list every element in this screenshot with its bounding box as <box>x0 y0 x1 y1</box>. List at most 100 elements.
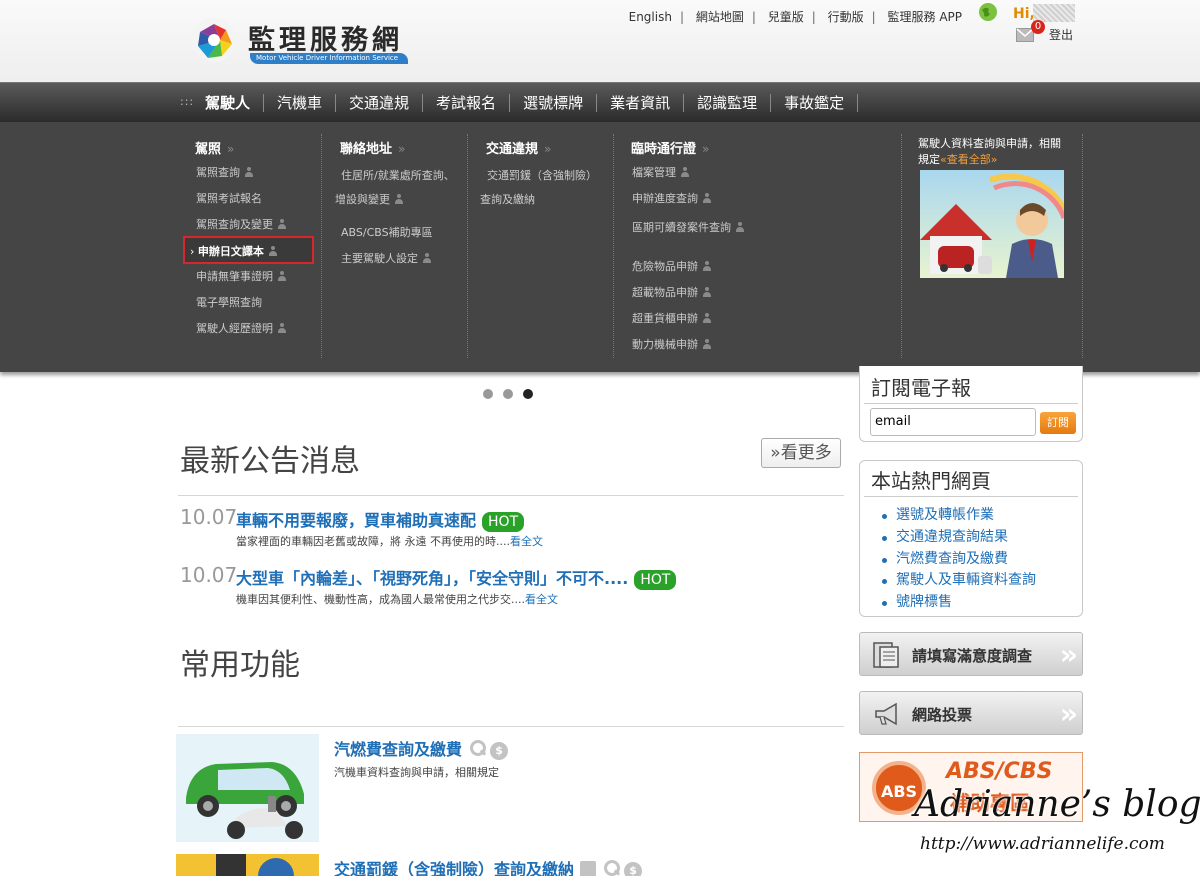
person-icon <box>277 323 287 333</box>
person-icon <box>702 313 712 323</box>
menu-col-temp-pass: 臨時通行證» 檔案管理 申辦進度查詢 區期可續發案件查詢 危險物品申辦 超載物品… <box>614 134 902 358</box>
read-more-link[interactable]: 看全文 <box>510 535 543 548</box>
function-title-link[interactable]: 汽燃費查詢及繳費 $ <box>334 736 509 760</box>
link-kids[interactable]: 兒童版 <box>768 10 804 24</box>
menu-col-violation-title[interactable]: 交通違規» <box>486 138 551 157</box>
nav-about[interactable]: 認識監理 <box>684 94 772 112</box>
menu-item-address-change[interactable]: 住居所/就業處所查詢、增設與變更 <box>335 164 461 212</box>
news-date: 10.07 <box>180 505 238 529</box>
link-mobile[interactable]: 行動版 <box>828 10 864 24</box>
nav-vehicle[interactable]: 汽機車 <box>264 94 337 112</box>
functions-section-title: 常用功能 <box>180 648 300 683</box>
menu-item-machinery[interactable]: 動力機械申辦 <box>632 336 712 352</box>
survey-button[interactable]: 請填寫滿意度調查 » <box>859 632 1083 676</box>
news-summary: 當家裡面的車輛因老舊或故障，將 永遠 不再使用的時....看全文 <box>236 535 543 548</box>
payment-icon[interactable]: $ <box>624 862 643 876</box>
news-date: 10.07 <box>180 563 238 587</box>
menu-item-license-query[interactable]: 駕照查詢 <box>196 164 254 180</box>
fuel-fee-image[interactable] <box>176 734 319 842</box>
menu-col-license-title[interactable]: 駕照» <box>195 138 234 157</box>
site-header: 監理服務網 Motor Vehicle Driver Information S… <box>0 0 1200 82</box>
hot-link-violation-result[interactable]: 交通違規查詢結果 <box>882 527 1082 549</box>
read-more-link[interactable]: 看全文 <box>525 593 558 606</box>
link-sitemap[interactable]: 網站地圖 <box>696 10 744 24</box>
survey-label: 請填寫滿意度調查 <box>912 647 1033 665</box>
globe-icon[interactable] <box>978 2 998 22</box>
function-title-link[interactable]: 交通罰鍰（含強制險）查詢及繳納 $ <box>334 856 643 876</box>
menu-col-address: 聯絡地址» 住居所/就業處所查詢、增設與變更 ABS/CBS補助專區 主要駕駛人… <box>322 134 468 358</box>
menu-item-hazardous[interactable]: 危險物品申辦 <box>632 258 712 274</box>
main-nav: ::: 駕駛人 汽機車 交通違規 考試報名 選號標牌 業者資訊 認識監理 事故鑑… <box>0 82 1200 122</box>
logout-link[interactable]: 登出 <box>1049 26 1073 43</box>
hot-link-fuel-fee[interactable]: 汽燃費查詢及繳費 <box>882 549 1082 571</box>
view-all-link[interactable]: «查看全部» <box>940 153 997 166</box>
slide-dot-3[interactable] <box>523 389 533 399</box>
menu-col-address-title[interactable]: 聯絡地址» <box>340 138 405 157</box>
hot-link-driver-vehicle[interactable]: 駕駛人及車輛資料查詢 <box>882 570 1082 592</box>
vote-label: 網路投票 <box>912 706 973 724</box>
menu-item-file-mgmt[interactable]: 檔案管理 <box>632 164 690 180</box>
menu-item-renewable-cases[interactable]: 區期可續發案件查詢 <box>627 216 753 240</box>
driver-promo-image[interactable] <box>920 170 1064 278</box>
menu-item-driver-history[interactable]: 駕駛人經歷證明 <box>196 320 287 336</box>
nav-plates[interactable]: 選號標牌 <box>510 94 598 112</box>
news-section-title: 最新公告消息 <box>180 444 360 479</box>
nav-business[interactable]: 業者資訊 <box>597 94 685 112</box>
hot-link-plate-selection[interactable]: 選號及轉帳作業 <box>882 505 1082 527</box>
site-logo[interactable]: 監理服務網 Motor Vehicle Driver Information S… <box>190 16 420 70</box>
menu-item-license-car[interactable]: 申請無肇事證明 <box>196 268 287 284</box>
function-desc: 汽機車資料查詢與申請，相關規定 <box>334 766 499 779</box>
search-icon[interactable] <box>468 739 487 757</box>
person-icon <box>268 246 278 256</box>
link-english[interactable]: English <box>629 10 672 24</box>
nav-exam[interactable]: 考試報名 <box>423 94 511 112</box>
menu-item-progress[interactable]: 申辦進度查詢 <box>632 190 712 206</box>
chevron-right-icon: » <box>1059 638 1078 671</box>
subscribe-button[interactable]: 訂閱 <box>1040 412 1076 434</box>
chevron-right-icon: » <box>1059 697 1078 730</box>
menu-item-student-permit[interactable]: 電子學照查詢 <box>196 294 262 310</box>
logo-subtitle: Motor Vehicle Driver Information Service <box>250 53 408 64</box>
news-more-button[interactable]: »看更多 <box>761 438 841 468</box>
person-icon <box>422 253 432 263</box>
menu-item-license-change[interactable]: 駕照查詢及變更 <box>196 216 287 232</box>
menu-item-fine-payment[interactable]: 交通罰鍰（含強制險）查詢及繳納 <box>480 164 604 212</box>
person-icon <box>702 261 712 271</box>
link-app[interactable]: 監理服務 APP <box>888 10 963 24</box>
person-icon <box>244 167 254 177</box>
hot-link-plate-auction[interactable]: 號牌標售 <box>882 592 1082 614</box>
person-icon <box>680 167 690 177</box>
top-links: English | 網站地圖 | 兒童版 | 行動版 | 監理服務 APP <box>628 10 963 24</box>
menu-col-temp-pass-title[interactable]: 臨時通行證» <box>631 138 709 157</box>
person-icon <box>702 287 712 297</box>
menu-item-main-driver[interactable]: 主要駕駛人設定 <box>341 250 432 266</box>
nav-violation[interactable]: 交通違規 <box>336 94 424 112</box>
hot-badge: HOT <box>634 570 677 590</box>
subscribe-title: 訂閱電子報 <box>864 366 1078 404</box>
fine-payment-image[interactable] <box>176 854 319 876</box>
payment-icon[interactable]: $ <box>490 742 509 760</box>
logo-title: 監理服務網 <box>248 25 403 56</box>
search-icon[interactable] <box>602 859 621 876</box>
news-title-link[interactable]: 車輛不用要報廢，買車補助真速配 HOT <box>236 507 525 532</box>
nav-accident[interactable]: 事故鑑定 <box>771 94 859 112</box>
menu-item-overweight[interactable]: 超重貨櫃申辦 <box>632 310 712 326</box>
person-icon <box>394 194 404 204</box>
mail-count-badge: 0 <box>1031 20 1045 34</box>
hot-pages-title: 本站熱門網頁 <box>864 461 1078 497</box>
slide-dot-1[interactable] <box>483 389 493 399</box>
person-icon <box>702 339 712 349</box>
nav-driver[interactable]: 駕駛人 <box>192 94 265 112</box>
news-title-link[interactable]: 大型車「內輪差」、「視野死角」，「安全守則」不可不.... HOT <box>236 565 677 590</box>
table-icon[interactable] <box>580 861 597 876</box>
subscribe-box: 訂閱電子報 email 訂閱 <box>859 366 1083 442</box>
menu-item-license-exam[interactable]: 駕照考試報名 <box>196 190 262 206</box>
email-input[interactable]: email <box>870 408 1036 436</box>
person-icon <box>702 193 712 203</box>
menu-col-violation: 交通違規» 交通罰鍰（含強制險）查詢及繳納 <box>468 134 614 358</box>
vote-button[interactable]: 網路投票 » <box>859 691 1083 735</box>
menu-item-overload[interactable]: 超載物品申辦 <box>632 284 712 300</box>
menu-item-abs-cbs[interactable]: ABS/CBS補助專區 <box>341 224 433 240</box>
slide-dot-2[interactable] <box>503 389 513 399</box>
menu-item-japanese-translation[interactable]: › 申辦日文譯本 <box>183 236 314 264</box>
